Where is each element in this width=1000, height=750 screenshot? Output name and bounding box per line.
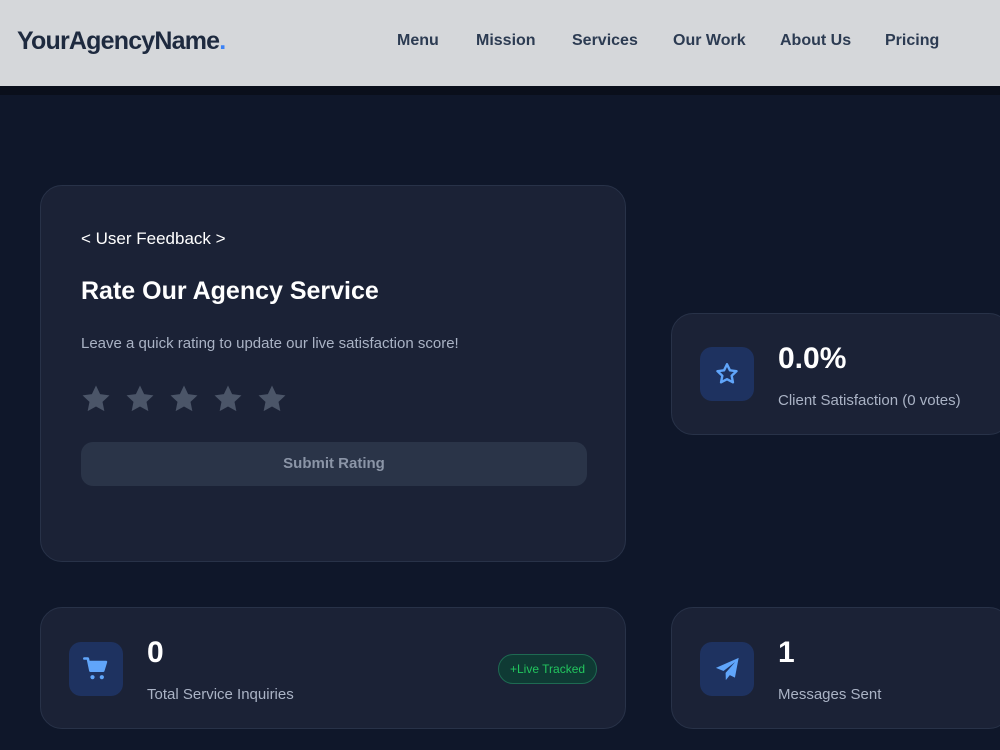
- star-4-icon[interactable]: [211, 382, 245, 416]
- live-tracked-badge: +Live Tracked: [498, 654, 598, 684]
- nav-link-menu[interactable]: Menu: [397, 32, 439, 50]
- inquiries-stat-card: 0 Total Service Inquiries +Live Tracked: [40, 607, 626, 729]
- navbar: YourAgencyName. Menu Mission Services Ou…: [0, 0, 1000, 86]
- satisfaction-value: 0.0%: [778, 342, 847, 375]
- messages-stat-card: 1 Messages Sent: [671, 607, 1000, 729]
- nav-link-pricing[interactable]: Pricing: [885, 32, 939, 50]
- nav-link-our-work[interactable]: Our Work: [673, 32, 746, 50]
- star-2-icon[interactable]: [123, 382, 157, 416]
- satisfaction-label: Client Satisfaction (0 votes): [778, 392, 961, 409]
- paper-plane-icon: [715, 657, 739, 681]
- feedback-tag: < User Feedback >: [81, 229, 226, 248]
- satisfaction-stat-card: 0.0% Client Satisfaction (0 votes): [671, 313, 1000, 435]
- submit-rating-button[interactable]: Submit Rating: [81, 442, 587, 486]
- navbar-divider: [0, 86, 1000, 95]
- inquiries-value: 0: [147, 636, 164, 669]
- messages-value: 1: [778, 636, 795, 669]
- messages-label: Messages Sent: [778, 686, 882, 703]
- star-1-icon[interactable]: [79, 382, 113, 416]
- inquiries-icon-box: [69, 642, 123, 696]
- nav-link-about-us[interactable]: About Us: [780, 32, 851, 50]
- star-5-icon[interactable]: [255, 382, 289, 416]
- star-3-icon[interactable]: [167, 382, 201, 416]
- nav-link-services[interactable]: Services: [572, 32, 638, 50]
- nav-links: Menu Mission Services Our Work About Us …: [0, 32, 1000, 54]
- feedback-subtitle: Leave a quick rating to update our live …: [81, 335, 459, 352]
- star-icon: [716, 363, 738, 384]
- messages-icon-box: [700, 642, 754, 696]
- feedback-card: < User Feedback > Rate Our Agency Servic…: [40, 185, 626, 562]
- inquiries-label: Total Service Inquiries: [147, 686, 294, 703]
- nav-link-mission[interactable]: Mission: [476, 32, 536, 50]
- cart-icon: [83, 657, 108, 680]
- feedback-title: Rate Our Agency Service: [81, 277, 379, 305]
- satisfaction-icon-box: [700, 347, 754, 401]
